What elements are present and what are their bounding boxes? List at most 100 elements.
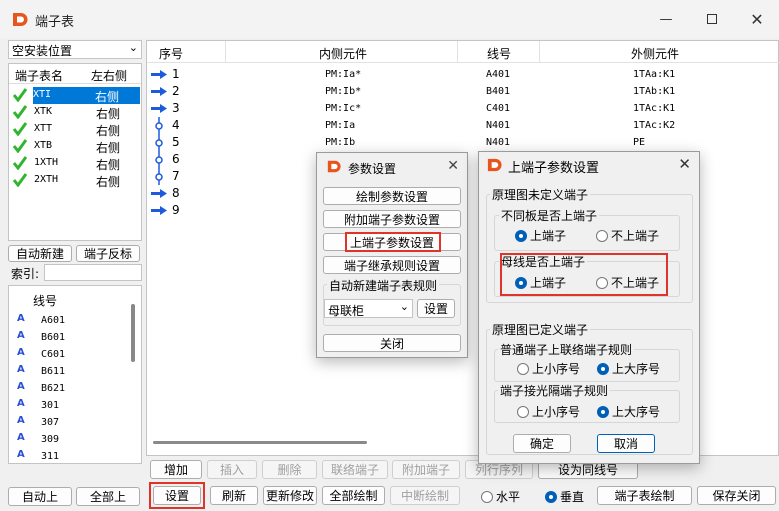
terminal-link-icon: [155, 117, 163, 134]
isolation-rule-small-radio[interactable]: 上小序号: [517, 403, 580, 420]
terminal-list-item[interactable]: 2XTH 右侧: [10, 172, 140, 189]
wire-list-item[interactable]: A 301: [9, 398, 127, 415]
cancel-button[interactable]: 取消: [597, 434, 655, 453]
check-icon: [13, 105, 27, 119]
table-row[interactable]: 4 PM:Ia N401 1TAc:K2: [147, 117, 778, 134]
terminal-list-item[interactable]: XTK 右侧: [10, 104, 140, 121]
terminal-list-name: XTI: [33, 89, 52, 100]
rule-settings-button[interactable]: 设置: [417, 299, 455, 318]
terminal-list-item[interactable]: XTT 右侧: [10, 121, 140, 138]
seq-header: 序号: [159, 47, 184, 61]
check-icon: [13, 88, 27, 102]
attach-params-button[interactable]: 附加端子参数设置: [323, 210, 461, 228]
delete-button[interactable]: 删除: [262, 460, 317, 479]
auto-rule-group-label: 自动新建端子表规则: [327, 277, 440, 294]
wire-list-item[interactable]: A 307: [9, 415, 127, 432]
location-select[interactable]: 空安装位置 ⌄: [8, 40, 142, 59]
terminal-arrow-icon: [151, 206, 167, 215]
radio-selected-icon: [545, 491, 557, 503]
terminal-list-item[interactable]: 1XTH 右侧: [10, 155, 140, 172]
row-outer: 1TAb:K1: [633, 86, 676, 97]
param-close-button[interactable]: 关闭: [323, 334, 461, 352]
wire-type-icon: A: [17, 432, 25, 443]
highlight-box: [149, 482, 205, 509]
wire-list-item[interactable]: A 311: [9, 449, 127, 466]
row-outer: 1TAc:K1: [633, 103, 676, 114]
table-row[interactable]: 2 PM:Ib* B401 1TAb:K1: [147, 83, 778, 100]
auto-up-button[interactable]: 自动上: [8, 487, 72, 506]
terminal-list-item[interactable]: XTB 右侧: [10, 138, 140, 155]
row-wire: N401: [486, 120, 511, 131]
radio-icon: [596, 230, 608, 242]
minimize-icon[interactable]: —: [644, 6, 688, 32]
close-icon[interactable]: ✕: [735, 6, 779, 32]
chevron-down-icon: ⌄: [128, 41, 138, 54]
wire-list-item[interactable]: A A601: [9, 313, 127, 330]
inherit-rules-button[interactable]: 端子继承规则设置: [323, 256, 461, 274]
add-button[interactable]: 增加: [150, 460, 202, 479]
draw-params-button[interactable]: 绘制参数设置: [323, 187, 461, 205]
wire-list-item[interactable]: A 309: [9, 432, 127, 449]
ok-button[interactable]: 确定: [513, 434, 571, 453]
wire-list-item[interactable]: A C601: [9, 347, 127, 364]
link-rule-small-label: 上小序号: [532, 362, 581, 376]
table-row[interactable]: 3 PM:Ic* C401 1TAc:K1: [147, 100, 778, 117]
index-input[interactable]: [44, 264, 142, 281]
refresh-button[interactable]: 刷新: [210, 486, 258, 505]
link-terminal-button[interactable]: 联络端子: [322, 460, 388, 479]
terminal-list-item[interactable]: XTI 右侧: [13, 87, 140, 104]
row-seq: 5: [172, 135, 180, 149]
horizontal-radio[interactable]: 水平: [481, 488, 520, 505]
isolation-rule-large-radio[interactable]: 上大序号: [597, 403, 660, 420]
terminal-list-side: 右侧: [96, 141, 121, 155]
wire-list-scrollbar[interactable]: [131, 304, 135, 362]
draw-table-button[interactable]: 端子表绘制: [597, 486, 692, 505]
undefined-terminal-group-label: 原理图未定义端子: [490, 186, 591, 203]
terminal-list[interactable]: 端子表名 左右侧 XTI 右侧 XTK 右侧 XTT 右侧 XTB 右侧 1XT…: [8, 63, 142, 241]
link-rule-large-radio[interactable]: 上大序号: [597, 360, 660, 377]
location-select-value: 空安装位置: [12, 44, 73, 58]
col-name-header: 端子表名: [15, 69, 64, 83]
insert-button[interactable]: 插入: [207, 460, 257, 479]
wire-list-label: A601: [41, 315, 66, 326]
wire-list-header: 线号: [33, 294, 58, 308]
table-row[interactable]: 1 PM:Ia* A401 1TAa:K1: [147, 66, 778, 83]
row-seq: 2: [172, 84, 180, 98]
terminal-arrow-icon: [151, 189, 167, 198]
wire-header: 线号: [487, 47, 512, 61]
close-icon[interactable]: ✕: [447, 158, 459, 174]
rule-select[interactable]: 母联柜 ⌄: [324, 299, 413, 318]
update-button[interactable]: 更新修改: [263, 486, 317, 505]
table-hscrollbar[interactable]: [153, 441, 367, 444]
outer-header: 外侧元件: [631, 47, 680, 61]
reverse-label-button[interactable]: 端子反标: [76, 245, 140, 262]
wire-list-item[interactable]: A B611: [9, 364, 127, 381]
vertical-radio[interactable]: 垂直: [545, 488, 584, 505]
row-outer: 1TAa:K1: [633, 69, 676, 80]
row-inner: PM:Ib: [325, 137, 356, 148]
close-icon[interactable]: ✕: [678, 155, 691, 173]
link-rule-small-radio[interactable]: 上小序号: [517, 360, 580, 377]
link-rule-large-label: 上大序号: [612, 362, 661, 376]
all-up-button[interactable]: 全部上: [76, 487, 140, 506]
terminal-list-side: 右侧: [96, 124, 121, 138]
title-bar: 端子表 — ✕: [0, 0, 779, 38]
wire-list-label: C601: [41, 349, 66, 360]
save-close-button[interactable]: 保存关闭: [697, 486, 776, 505]
auto-new-button[interactable]: 自动新建: [8, 245, 72, 262]
attach-terminal-button[interactable]: 附加端子: [392, 460, 460, 479]
wire-list[interactable]: 线号 A A601 A B601 A C601 A B611 A B621 A 301 A …: [8, 285, 142, 464]
row-inner: PM:Ib*: [325, 86, 362, 97]
draw-all-button[interactable]: 全部绘制: [322, 486, 385, 505]
row-outer: 1TAc:K2: [633, 120, 676, 131]
table-row[interactable]: 5 PM:Ib N401 PE: [147, 134, 778, 151]
wire-list-item[interactable]: A B621: [9, 381, 127, 398]
interrupt-draw-button[interactable]: 中断绘制: [390, 486, 460, 505]
terminal-link-icon: [155, 151, 163, 168]
board-up-no-radio[interactable]: 不上端子: [596, 227, 659, 244]
terminal-arrow-icon: [151, 87, 167, 96]
wire-list-item[interactable]: A B601: [9, 330, 127, 347]
maximize-icon[interactable]: [690, 6, 734, 32]
up-dialog-titlebar: 上端子参数设置 ✕: [479, 152, 699, 182]
board-up-yes-radio[interactable]: 上端子: [515, 227, 566, 244]
